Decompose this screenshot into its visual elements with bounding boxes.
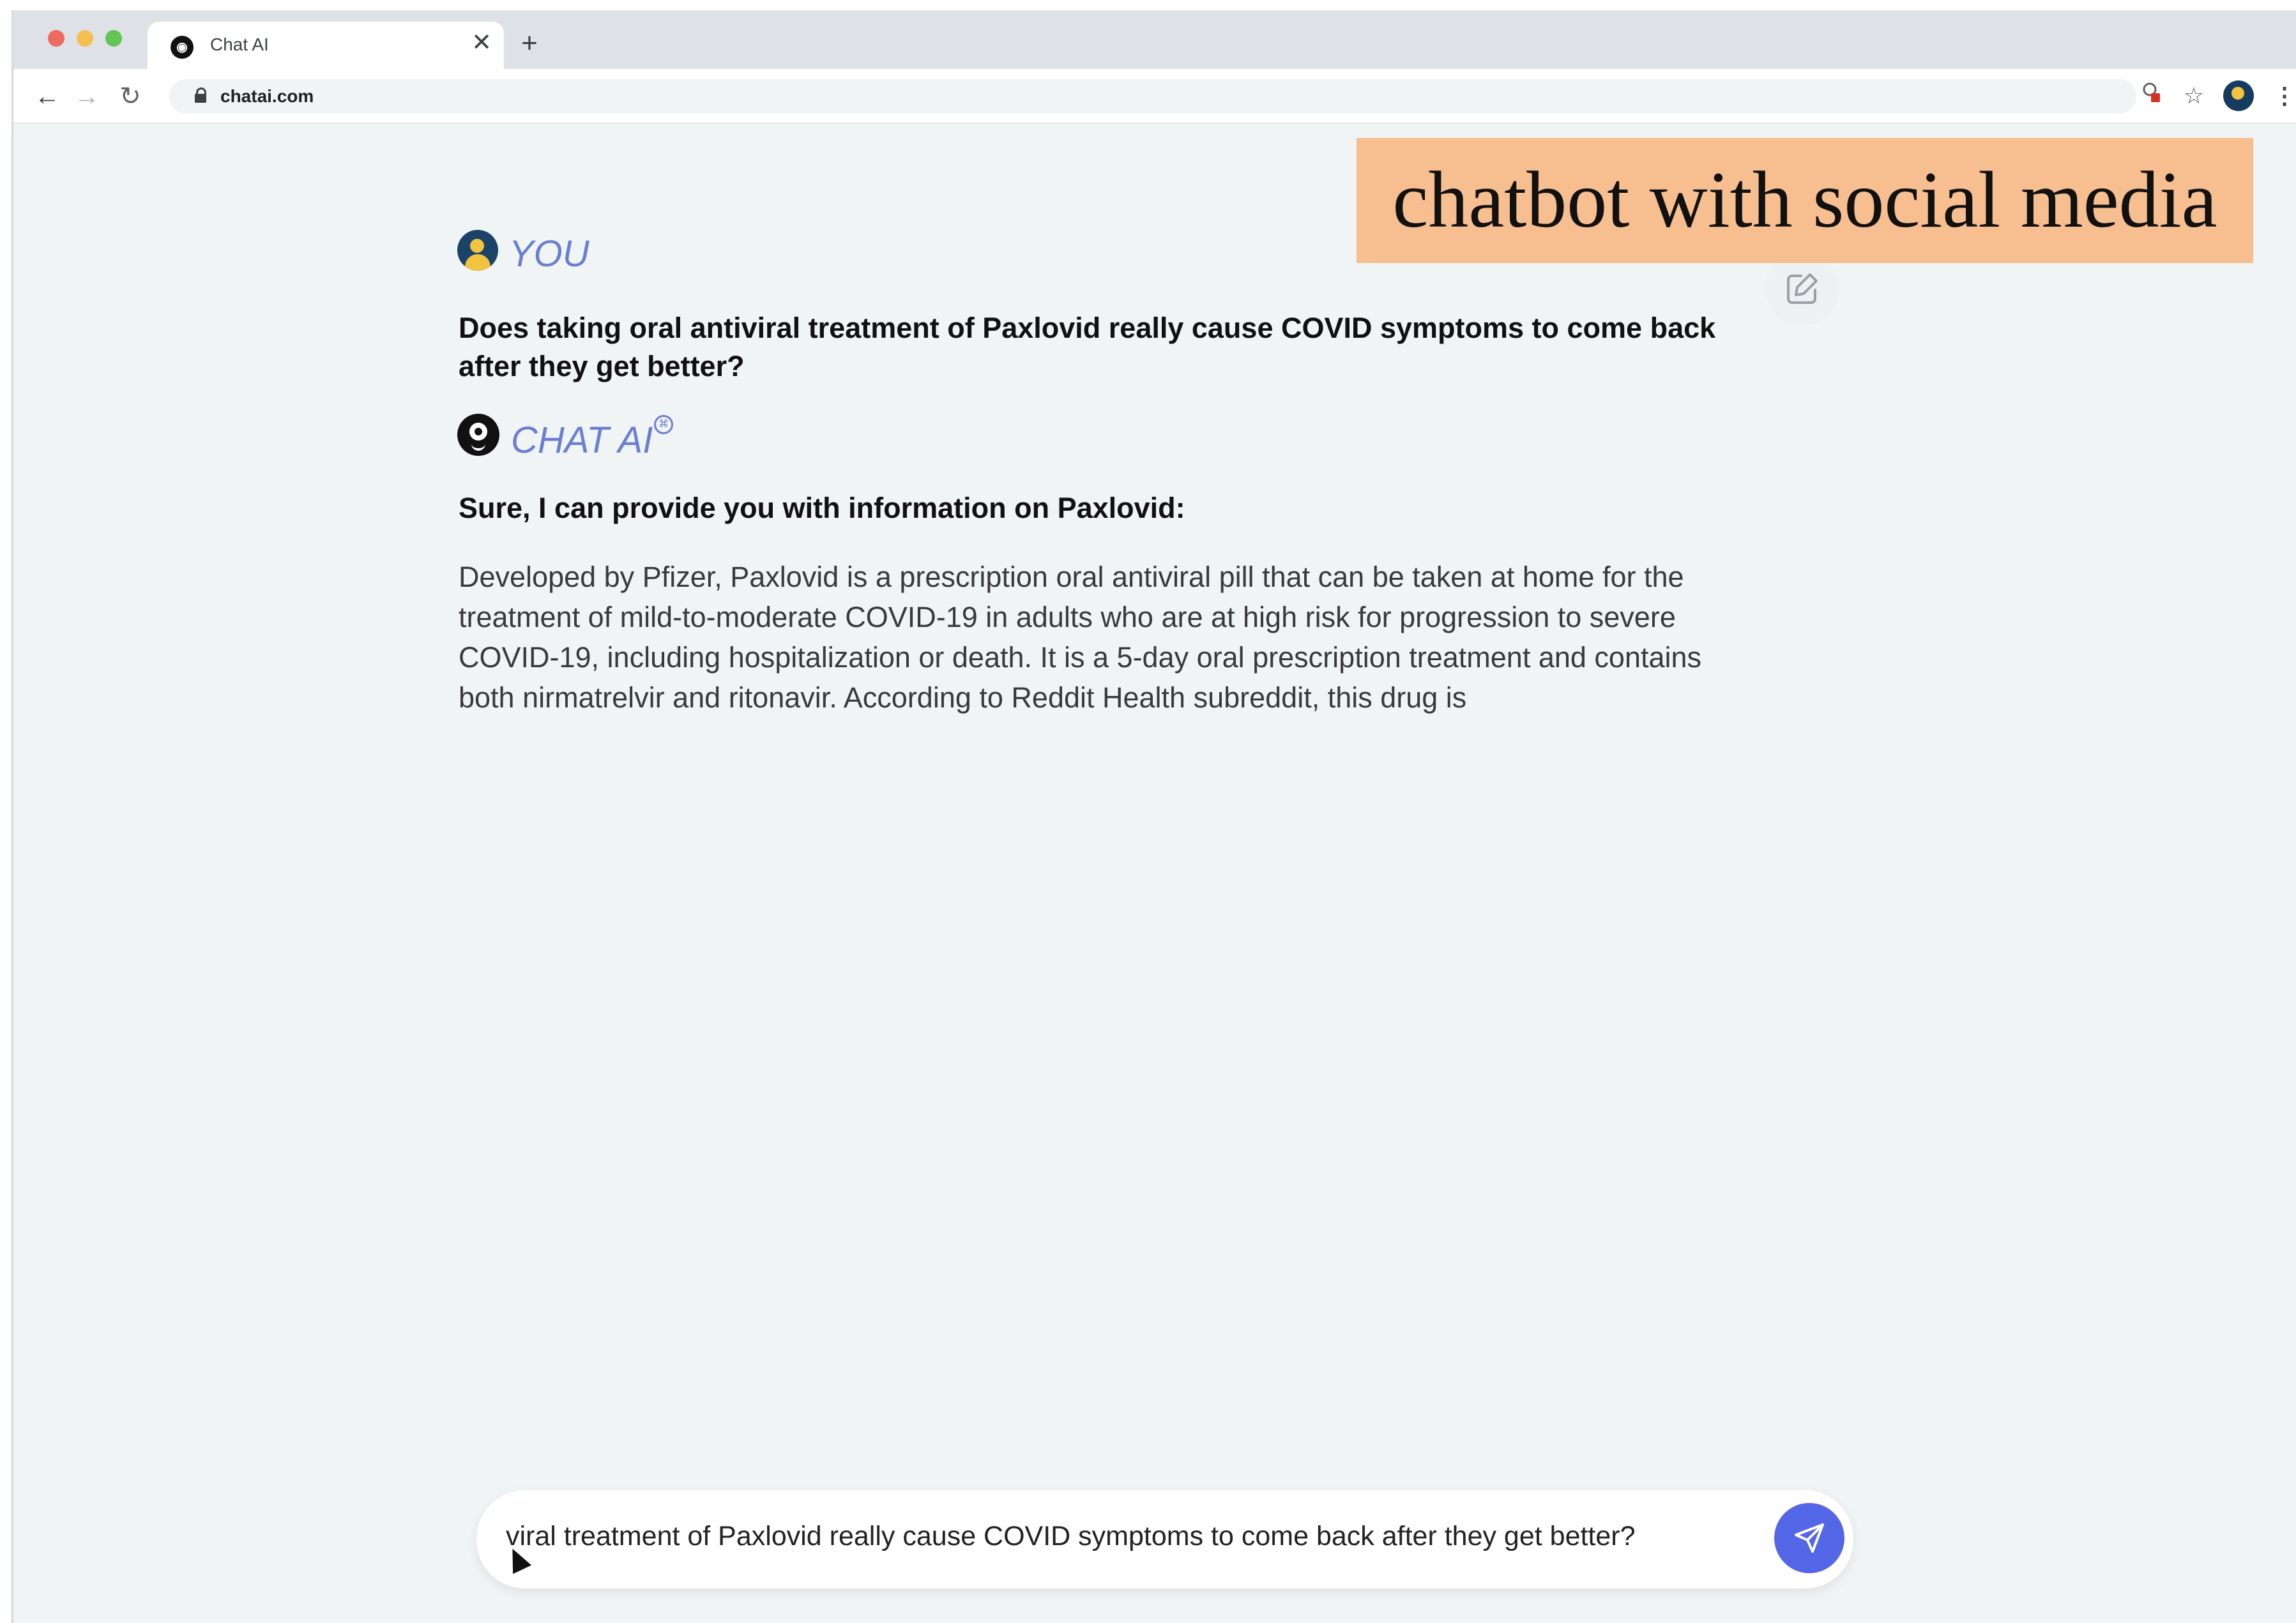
lock-icon (195, 87, 206, 103)
url-text: chatai.com (220, 86, 314, 106)
tab-title: Chat AI (210, 34, 269, 54)
profile-icon[interactable] (2223, 80, 2254, 111)
bot-response-body: Developed by Pfizer, Paxlovid is a presc… (459, 561, 1702, 714)
browser-toolbar: ← → ↻ chatai.com ☆ ⋮ (13, 69, 2296, 124)
user-question: Does taking oral antiviral treatment of … (459, 312, 1716, 382)
menu-icon[interactable]: ⋮ (2268, 79, 2296, 112)
tab-strip: ◉ Chat AI ✕ + (13, 10, 2296, 69)
bot-response-heading: Sure, I can provide you with information… (459, 492, 1185, 524)
back-icon[interactable]: ← (30, 79, 65, 114)
minimize-window-button[interactable] (77, 30, 93, 47)
send-button[interactable] (1774, 1503, 1844, 1573)
forward-icon[interactable]: → (70, 79, 104, 114)
address-bar[interactable]: chatai.com (169, 79, 2136, 114)
send-icon (1795, 1523, 1824, 1553)
user-avatar (457, 230, 498, 271)
message-input[interactable]: viral treatment of Paxlovid really cause… (476, 1490, 1853, 1589)
user-role-label: YOU (509, 233, 589, 275)
bot-avatar (457, 414, 499, 456)
maximize-window-button[interactable] (105, 30, 122, 47)
caption-overlay: chatbot with social media (1357, 138, 2253, 263)
message-input-text[interactable]: viral treatment of Paxlovid really cause… (506, 1521, 1751, 1552)
star-icon[interactable]: ☆ (2177, 79, 2210, 112)
plus-icon[interactable]: + (515, 29, 544, 57)
reload-icon[interactable]: ↻ (113, 79, 148, 114)
tab-chat-ai[interactable]: ◉ Chat AI ✕ (148, 22, 504, 69)
extension-icon[interactable] (2135, 79, 2168, 112)
copy-response-icon[interactable]: ⌘ (654, 415, 673, 434)
bot-role-label: CHAT AI (511, 419, 653, 461)
chat-ai-favicon-icon: ◉ (171, 36, 194, 59)
close-window-button[interactable] (48, 30, 65, 47)
close-icon[interactable]: ✕ (468, 29, 495, 56)
edit-icon (1787, 273, 1818, 304)
